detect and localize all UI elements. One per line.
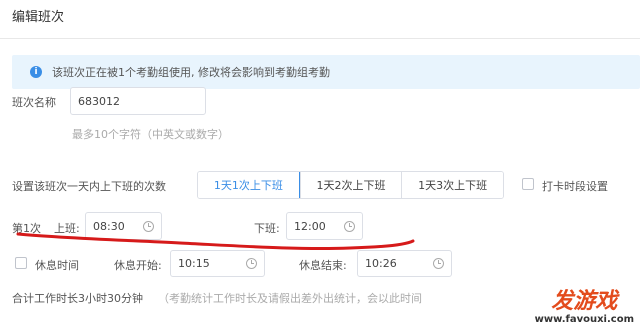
rest-time-checkbox[interactable]: [15, 257, 27, 269]
clock-icon: [433, 258, 444, 269]
total-hours-note: （考勤统计工作时长及请假出差外出统计，会以此时间: [158, 292, 422, 305]
clock-icon: [246, 258, 257, 269]
handwritten-underline-annotation: [16, 232, 415, 251]
rest-end-label: 休息结束:: [299, 259, 347, 272]
watermark-url: www.favouxi.com: [534, 314, 634, 325]
total-hours-text: 合计工作时长3小时30分钟: [12, 292, 143, 305]
rest-end-time-picker[interactable]: 10:26: [357, 250, 452, 277]
rest-time-label: 休息时间: [35, 259, 79, 272]
rest-start-time-picker[interactable]: 10:15: [170, 250, 265, 277]
watermark-logo: 发游戏 www.favouxi.com: [534, 289, 634, 326]
rest-end-time-value: 10:26: [365, 257, 397, 270]
rest-start-time-value: 10:15: [178, 257, 210, 270]
rest-start-label: 休息开始:: [114, 259, 162, 272]
watermark-text: 发游戏: [551, 289, 618, 314]
